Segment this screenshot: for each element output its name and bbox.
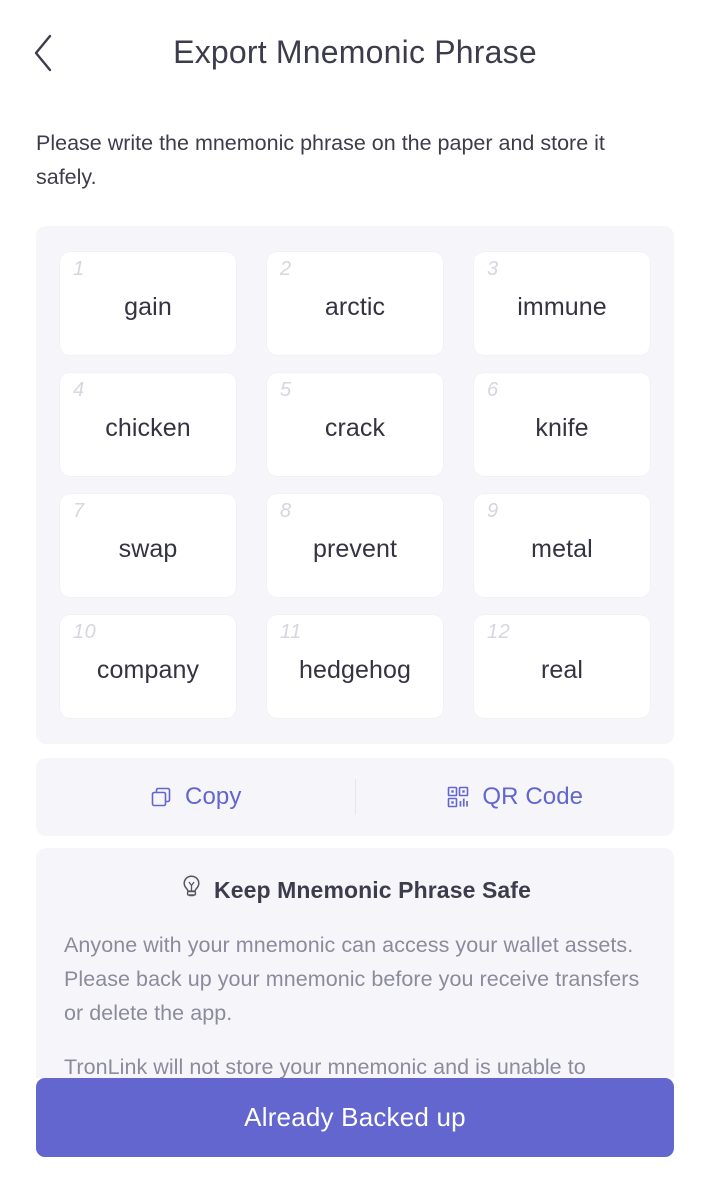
mnemonic-word-card[interactable]: 6 knife: [474, 373, 650, 476]
word-text: chicken: [105, 414, 191, 442]
page-title: Export Mnemonic Phrase: [173, 34, 537, 70]
mnemonic-word-card[interactable]: 4 chicken: [60, 373, 236, 476]
word-index: 9: [487, 500, 499, 522]
word-index: 1: [73, 258, 85, 280]
copy-button[interactable]: Copy: [36, 758, 355, 836]
mnemonic-panel: 1 gain 2 arctic 3 immune 4 chicken 5 cra…: [36, 226, 674, 744]
word-index: 3: [487, 258, 499, 280]
word-index: 4: [73, 379, 85, 401]
qr-code-label: QR Code: [482, 783, 584, 810]
warning-header: Keep Mnemonic Phrase Safe: [64, 874, 646, 906]
word-index: 6: [487, 379, 499, 401]
qr-code-icon: [446, 785, 470, 809]
action-bar: Copy QR Code: [36, 758, 674, 836]
word-index: 12: [487, 621, 511, 643]
intro-text: Please write the mnemonic phrase on the …: [36, 131, 605, 189]
back-button[interactable]: [20, 28, 66, 78]
mnemonic-word-card[interactable]: 9 metal: [474, 494, 650, 597]
mnemonic-word-card[interactable]: 3 immune: [474, 252, 650, 355]
copy-icon: [149, 785, 173, 809]
word-index: 8: [280, 500, 292, 522]
mnemonic-word-card[interactable]: 1 gain: [60, 252, 236, 355]
chevron-left-icon: [32, 33, 54, 73]
mnemonic-word-card[interactable]: 10 company: [60, 615, 236, 718]
word-index: 2: [280, 258, 292, 280]
word-text: knife: [535, 414, 589, 442]
word-text: arctic: [324, 293, 386, 321]
mnemonic-word-card[interactable]: 8 prevent: [267, 494, 443, 597]
mnemonic-word-card[interactable]: 12 real: [474, 615, 650, 718]
word-text: hedgehog: [298, 656, 412, 684]
word-text: real: [540, 656, 584, 684]
warning-paragraph-1: Anyone with your mnemonic can access you…: [64, 933, 640, 1025]
mnemonic-word-card[interactable]: 2 arctic: [267, 252, 443, 355]
warning-title: Keep Mnemonic Phrase Safe: [214, 876, 531, 903]
lightbulb-icon: [179, 874, 204, 906]
word-text: immune: [517, 293, 607, 321]
mnemonic-word-card[interactable]: 5 crack: [267, 373, 443, 476]
mnemonic-word-card[interactable]: 7 swap: [60, 494, 236, 597]
mnemonic-word-card[interactable]: 11 hedgehog: [267, 615, 443, 718]
word-text: prevent: [312, 535, 398, 563]
word-text: gain: [124, 293, 172, 321]
word-text: crack: [324, 414, 386, 442]
mnemonic-word-grid: 1 gain 2 arctic 3 immune 4 chicken 5 cra…: [60, 252, 650, 718]
word-text: swap: [118, 535, 178, 563]
word-text: company: [96, 656, 200, 684]
bottom-cta-bar: Already Backed up: [0, 1078, 710, 1194]
app-header: Export Mnemonic Phrase: [0, 0, 710, 104]
qr-code-button[interactable]: QR Code: [356, 758, 675, 836]
word-index: 10: [73, 621, 97, 643]
word-text: metal: [531, 535, 593, 563]
copy-label: Copy: [185, 783, 242, 810]
already-backed-up-button[interactable]: Already Backed up: [36, 1078, 674, 1157]
word-index: 5: [280, 379, 292, 401]
word-index: 7: [73, 500, 85, 522]
word-index: 11: [280, 621, 302, 643]
